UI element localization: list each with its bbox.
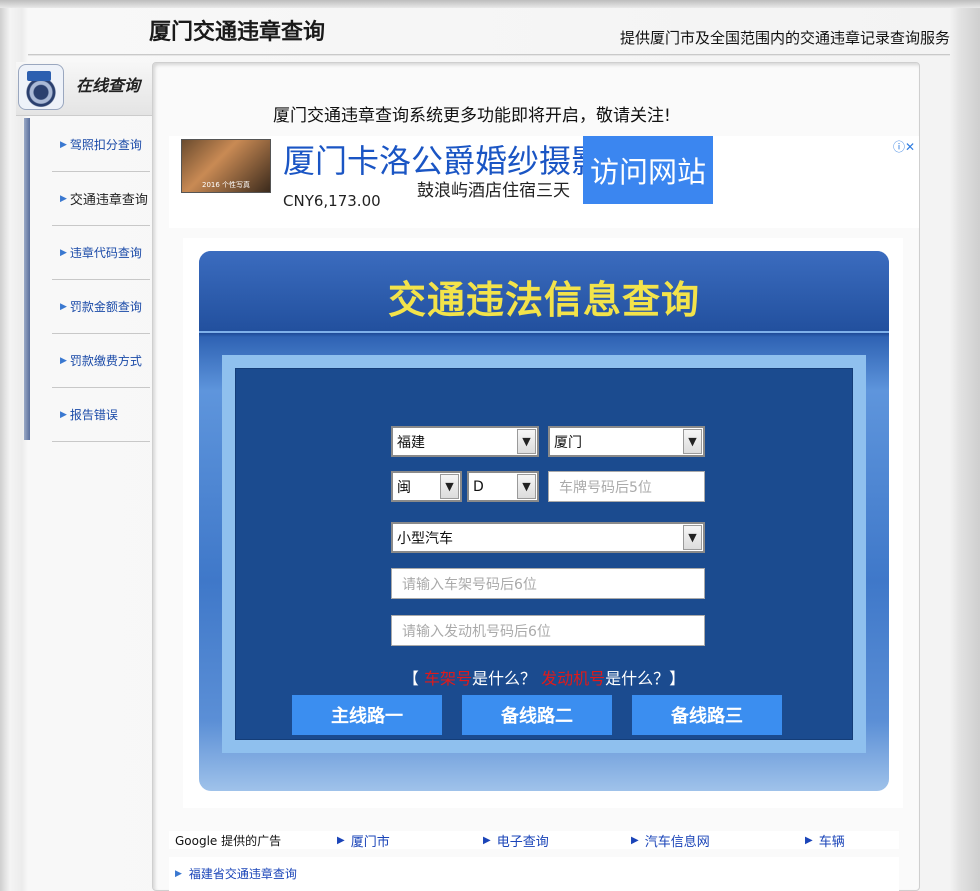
sidebar-item-fine-amount[interactable]: ▶ 罚款金额查询 [52,280,150,334]
vehicle-type-value: 小型汽车 [397,530,453,547]
sidebar-item-label: 罚款缴费方式 [69,354,142,368]
sidebar-item-label: 违章代码查询 [69,246,142,260]
sidebar-item-label: 报告错误 [69,408,118,422]
sidebar-item-label: 交通违章查询 [69,193,148,208]
city-value: 厦门 [554,434,582,451]
triangle-right-icon: ▶ [60,139,67,150]
ad-choices-icon[interactable]: ⓘ✕ [893,138,915,155]
sidebar-nav: ▶ 驾照扣分查询 ▶ 交通违章查询 ▶ 违章代码查询 ▶ 罚款金额查询 ▶ 罚款缴费方式 … [52,118,150,442]
query-form-wrapper: 交通违法信息查询 福建 ▼ 厦门 ▼ 闽 ▼ D ▼ 车牌号码后5位 小型汽车 ▼ 请输入… [183,238,903,808]
plate-prefix-select[interactable]: 闽 ▼ [391,471,462,502]
sidebar-badge: 在线查询 [16,62,152,116]
site-subtitle: 提供厦门市及全国范围内的交通违章记录查询服务 [619,29,950,47]
google-ad-links: Google 提供的广告 ▶ 厦门市 ▶ 电子查询 ▶ 汽车信息网 ▶ 车辆 [169,831,899,850]
plate-letter-value: D [473,478,484,495]
vehicle-type-select[interactable]: 小型汽车 ▼ [391,522,705,553]
backup-route-three-button[interactable]: 备线路三 [632,695,782,735]
camera-icon [18,64,64,110]
engine-number-input[interactable]: 请输入发动机号码后6位 [391,615,705,646]
province-select[interactable]: 福建 ▼ [391,426,539,457]
plate-prefix-value: 闽 [397,479,411,496]
chevron-down-icon: ▼ [683,525,702,550]
ad-link-auto-info[interactable]: ▶ 汽车信息网 [631,831,805,850]
sidebar-item-payment-methods[interactable]: ▶ 罚款缴费方式 [52,334,150,388]
triangle-right-icon: ▶ [60,301,67,312]
triangle-right-icon: ▶ [805,834,813,846]
query-card-header: 交通违法信息查询 [199,251,889,333]
sidebar-badge-label: 在线查询 [76,76,141,95]
triangle-right-icon: ▶ [60,355,67,366]
main-route-button[interactable]: 主线路一 [292,695,442,735]
chevron-down-icon: ▼ [517,429,536,454]
ad-description: 鼓浪屿酒店住宿三天 [417,181,570,201]
backup-route-two-button[interactable]: 备线路二 [462,695,612,735]
notice-text: 厦门交通违章查询系统更多功能即将开启，敬请关注! [273,106,671,126]
google-ads-label: Google 提供的广告 [175,833,282,848]
chevron-down-icon: ▼ [683,429,702,454]
ad-link-e-query[interactable]: ▶ 电子查询 [483,831,631,850]
plate-letter-select[interactable]: D ▼ [467,471,539,502]
frame-number-input[interactable]: 请输入车架号码后6位 [391,568,705,599]
ad-image[interactable]: 2016 个性写真 [181,139,271,193]
triangle-right-icon: ▶ [631,834,639,846]
frame-number-help-link[interactable]: 车架号 [424,669,472,688]
triangle-right-icon: ▶ [60,409,67,420]
query-card: 交通违法信息查询 福建 ▼ 厦门 ▼ 闽 ▼ D ▼ 车牌号码后5位 小型汽车 ▼ 请输入… [199,251,889,791]
sidebar-item-violation-query[interactable]: ▶ 交通违章查询 [52,172,150,226]
query-title: 交通违法信息查询 [387,278,700,322]
header-divider [28,54,950,56]
related-links-box: ▶ 福建省交通违章查询 [169,857,899,891]
sidebar-item-report-error[interactable]: ▶ 报告错误 [52,388,150,442]
sidebar-accent-bar [24,118,30,440]
engine-number-help-link[interactable]: 发动机号 [541,669,605,688]
triangle-right-icon: ▶ [175,868,182,879]
triangle-right-icon: ▶ [483,834,491,846]
triangle-right-icon: ▶ [60,247,67,258]
chevron-down-icon: ▼ [440,474,459,499]
ad-visit-button[interactable]: 访问网站 [583,136,713,204]
form-body: 福建 ▼ 厦门 ▼ 闽 ▼ D ▼ 车牌号码后5位 小型汽车 ▼ 请输入车架号码后6位 请… [235,368,853,740]
ad-banner[interactable]: 2016 个性写真 厦门卡洛公爵婚纱摄影 鼓浪屿酒店住宿三天 CNY6,173.… [169,136,919,228]
main-panel: 厦门交通违章查询系统更多功能即将开启，敬请关注! 2016 个性写真 厦门卡洛公… [152,62,920,891]
triangle-right-icon: ▶ [337,834,345,846]
sidebar-item-violation-code[interactable]: ▶ 违章代码查询 [52,226,150,280]
province-value: 福建 [397,434,425,451]
ad-link-xiamen[interactable]: ▶ 厦门市 [337,831,483,850]
chevron-down-icon: ▼ [517,474,536,499]
triangle-right-icon: ▶ [60,193,67,204]
sidebar-item-label: 驾照扣分查询 [69,138,142,152]
fujian-violation-link[interactable]: ▶ 福建省交通违章查询 [175,865,297,882]
help-text: 【 车架号是什么？ 发动机号是什么？】 [402,669,686,688]
city-select[interactable]: 厦门 ▼ [548,426,705,457]
ad-link-vehicles[interactable]: ▶ 车辆 [805,831,845,850]
sidebar-item-license-points[interactable]: ▶ 驾照扣分查询 [52,118,150,172]
sidebar-item-label: 罚款金额查询 [69,300,142,314]
frame-top-edge [0,0,980,8]
ad-price: CNY6,173.00 [283,192,381,210]
plate-number-input[interactable]: 车牌号码后5位 [548,471,705,502]
form-border: 福建 ▼ 厦门 ▼ 闽 ▼ D ▼ 车牌号码后5位 小型汽车 ▼ 请输入车架号码后6位 请… [222,355,866,753]
site-title: 厦门交通违章查询 [149,20,326,45]
